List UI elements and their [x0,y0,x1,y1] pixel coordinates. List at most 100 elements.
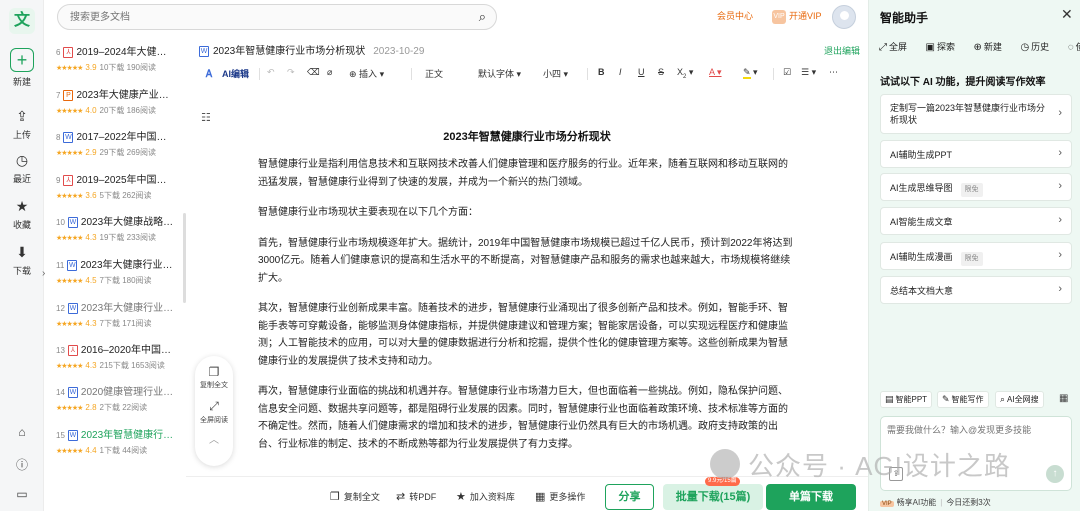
font-size-value: 小四 [543,69,562,79]
italic-icon[interactable]: I [619,67,622,77]
doc-list-title-row: 14 W 2020健康管理行业… [56,383,186,398]
doc-file-icon: W [67,386,78,398]
assistant-usage-button[interactable]: ◌使用 [1067,42,1080,53]
open-vip-link[interactable]: VIP 开通VIP [772,9,822,24]
quick-label: 智能写作 [951,395,984,404]
list-icon[interactable]: ☰ ▾ [801,67,816,78]
ai-edit-button[interactable]: Ꭺ AI编辑 [206,67,249,81]
doc-list-title-row: 10 W 2023年大健康战略… [56,213,186,228]
underline-icon[interactable]: U [638,67,645,77]
ai-feature-card[interactable]: 定制写一篇2023年智慧健康行业市场分析现状 › [880,94,1072,134]
copy-all-button[interactable]: ❐ 复制全文 [330,490,380,503]
rail-favorites-label: 收藏 [12,220,31,230]
doc-list-meta: ★★★★★ 2.9 29下载 269阅读 [56,147,186,158]
ai-feature-card[interactable]: 总结本文档大意 › [880,276,1072,304]
quick-smart-writing[interactable]: ✎ 智能写作 [937,391,989,408]
subscript-icon[interactable]: X2 ▾ [677,67,693,80]
ai-feature-card[interactable]: AI辅助生成漫画 限免 › [880,242,1072,270]
more-actions-button[interactable]: ▦ 更多操作 [535,490,585,503]
copy-all-float-button[interactable]: ❐ 复制全文 [195,365,233,390]
chevron-up-icon[interactable]: ︿ [195,431,233,446]
paragraph-style-select[interactable]: 正文 [425,67,443,80]
doc-list-item[interactable]: 11 W 2023年大健康行业… ★★★★★ 4.5 7下载 180阅读 [44,253,186,296]
doc-paragraph: 再次，智慧健康行业面临的挑战和机遇并存。智慧健康行业市场潜力巨大，但也面临着一些… [258,386,788,450]
strikethrough-icon[interactable]: S [658,67,664,77]
doc-list-item[interactable]: 10 W 2023年大健康战略… ★★★★★ 4.3 19下载 233阅读 [44,210,186,253]
rail-recent-button[interactable]: ◷ 最近 [0,151,44,185]
exit-edit-button[interactable]: 退出编辑 [824,44,860,57]
help-icon[interactable]: ⓘ [0,456,44,473]
doc-list-item[interactable]: 8 W 2017–2022年中国… ★★★★★ 2.9 29下载 269阅读 [44,125,186,168]
font-size-select[interactable]: 小四 ▾ [543,67,568,80]
send-icon[interactable]: ↑ [1046,465,1064,483]
batch-download-button[interactable]: 9.9元/15篇 批量下载(15篇) [663,477,763,510]
close-icon[interactable]: ✕ [1061,6,1073,23]
monitor-icon[interactable]: ▭ [0,487,44,501]
assistant-input[interactable] [887,423,1073,463]
more-icon[interactable]: ⋯ [829,67,838,78]
assistant-history-button[interactable]: ◷ 历史 [1020,42,1057,53]
assistant-tools: ⤢全屏 ▣探索 ⊕新建 ◷历史 ◌使用 [879,40,1080,53]
doc-list-scrollbar[interactable] [183,213,186,303]
search-icon[interactable]: ⌕ [479,9,486,25]
ai-feature-card[interactable]: AI辅助生成PPT › [880,140,1072,168]
outline-icon[interactable]: ☷ [201,111,211,124]
checkbox-icon[interactable]: ☑ [783,67,791,78]
clear-format-icon[interactable]: ⌀ [327,67,332,78]
upload-file-icon[interactable]: ⇪ [889,467,903,481]
rail-download-button[interactable]: ⬇ 下载 [0,243,44,277]
highlight-icon[interactable]: ✎ ▾ [743,67,758,79]
apps-grid-icon[interactable]: ▦ [1059,393,1068,404]
add-library-button[interactable]: ★ 加入资料库 [456,490,515,503]
app-logo[interactable]: 文 [9,8,35,34]
doc-list-downloads: 215下载 [99,361,129,370]
rating-stars-icon: ★★★★★ [56,278,83,285]
ai-feature-card[interactable]: AI生成思维导图 限免 › [880,173,1072,201]
doc-list-item[interactable]: 15 W 2023年智慧健康行… ★★★★★ 4.4 1下载 44阅读 [44,423,186,466]
doc-list-meta: ★★★★★ 4.3 215下载 1653阅读 [56,360,186,371]
doc-list-item[interactable]: 9 ⅄ 2019–2025年中国… ★★★★★ 3.6 5下载 262阅读 [44,168,186,211]
doc-file-icon: W [67,216,78,228]
undo-icon[interactable]: ↶ [267,67,275,78]
doc-list-index: 12 [56,304,65,313]
bag-icon[interactable]: ⌂ [0,425,44,439]
assistant-title: 智能助手 [880,11,929,25]
redo-icon[interactable]: ↷ [287,67,295,78]
ai-feature-card[interactable]: AI智能生成文章 › [880,207,1072,235]
doc-list-index: 15 [56,431,65,440]
caret-down-icon: ▾ [379,69,385,79]
doc-list-title: 2019–2024年大健… [76,47,167,58]
format-painter-icon[interactable]: ⌫ [307,67,320,78]
assistant-tool-label: 全屏 [889,42,908,52]
ai-feature-label: 总结本文档大意 [890,286,954,296]
assistant-new-button[interactable]: ⊕ 新建 [974,42,1010,53]
rail-upload-button[interactable]: ⇪ 上传 [0,107,44,141]
bold-icon[interactable]: B [598,67,605,77]
assistant-explore-button[interactable]: ▣ 探索 [926,42,963,53]
doc-content[interactable]: 2023年智慧健康行业市场分析现状 智慧健康行业是指利用信息技术和互联网技术改善… [258,128,796,466]
rail-favorites-button[interactable]: ★ 收藏 [0,197,44,231]
member-center-link[interactable]: 会员中心 [717,9,753,22]
doc-list-item[interactable]: 13 ⅄ 2016–2020年中国… ★★★★★ 4.3 215下载 1653阅读 [44,338,186,381]
doc-list-item[interactable]: 14 W 2020健康管理行业… ★★★★★ 2.8 2下载 22阅读 [44,380,186,423]
fullscreen-read-button[interactable]: ⤢ 全屏阅读 [195,399,233,425]
single-download-button[interactable]: 单篇下载 [766,484,856,510]
to-pdf-button[interactable]: ⇄ 转PDF [396,490,436,503]
insert-menu[interactable]: ⊕ 插入 ▾ [349,67,384,80]
doc-list-item[interactable]: 6 ⅄ 2019–2024年大健… ★★★★★ 3.9 10下载 190阅读 [44,40,186,83]
assistant-fullscreen-button[interactable]: ⤢ 全屏 [879,42,915,53]
share-button[interactable]: 分享 [605,484,654,510]
font-select[interactable]: 默认字体 ▾ [478,67,521,80]
doc-list-item[interactable]: 12 W 2023年大健康行业… ★★★★★ 4.3 7下载 171阅读 [44,296,186,339]
bulb-icon: ◌ [1067,42,1074,53]
doc-paragraph: 智慧健康行业是指利用信息技术和互联网技术改善人们健康管理和医疗服务的行业。近年来… [258,159,788,188]
rating-stars-icon: ★★★★★ [56,235,83,242]
quick-ai-search[interactable]: ⌕ AI全网搜 [995,391,1044,408]
quick-smart-ppt[interactable]: ▤ 智能PPT [880,391,933,408]
rail-new-button[interactable]: + 新建 [0,48,44,88]
search-input[interactable] [58,5,458,29]
font-color-icon[interactable]: A ▾ [709,67,722,78]
avatar[interactable] [832,5,856,29]
doc-list-item[interactable]: 7 P 2023年大健康产业… ★★★★★ 4.0 20下载 186阅读 [44,83,186,126]
history-icon: ◷ [1020,42,1030,53]
